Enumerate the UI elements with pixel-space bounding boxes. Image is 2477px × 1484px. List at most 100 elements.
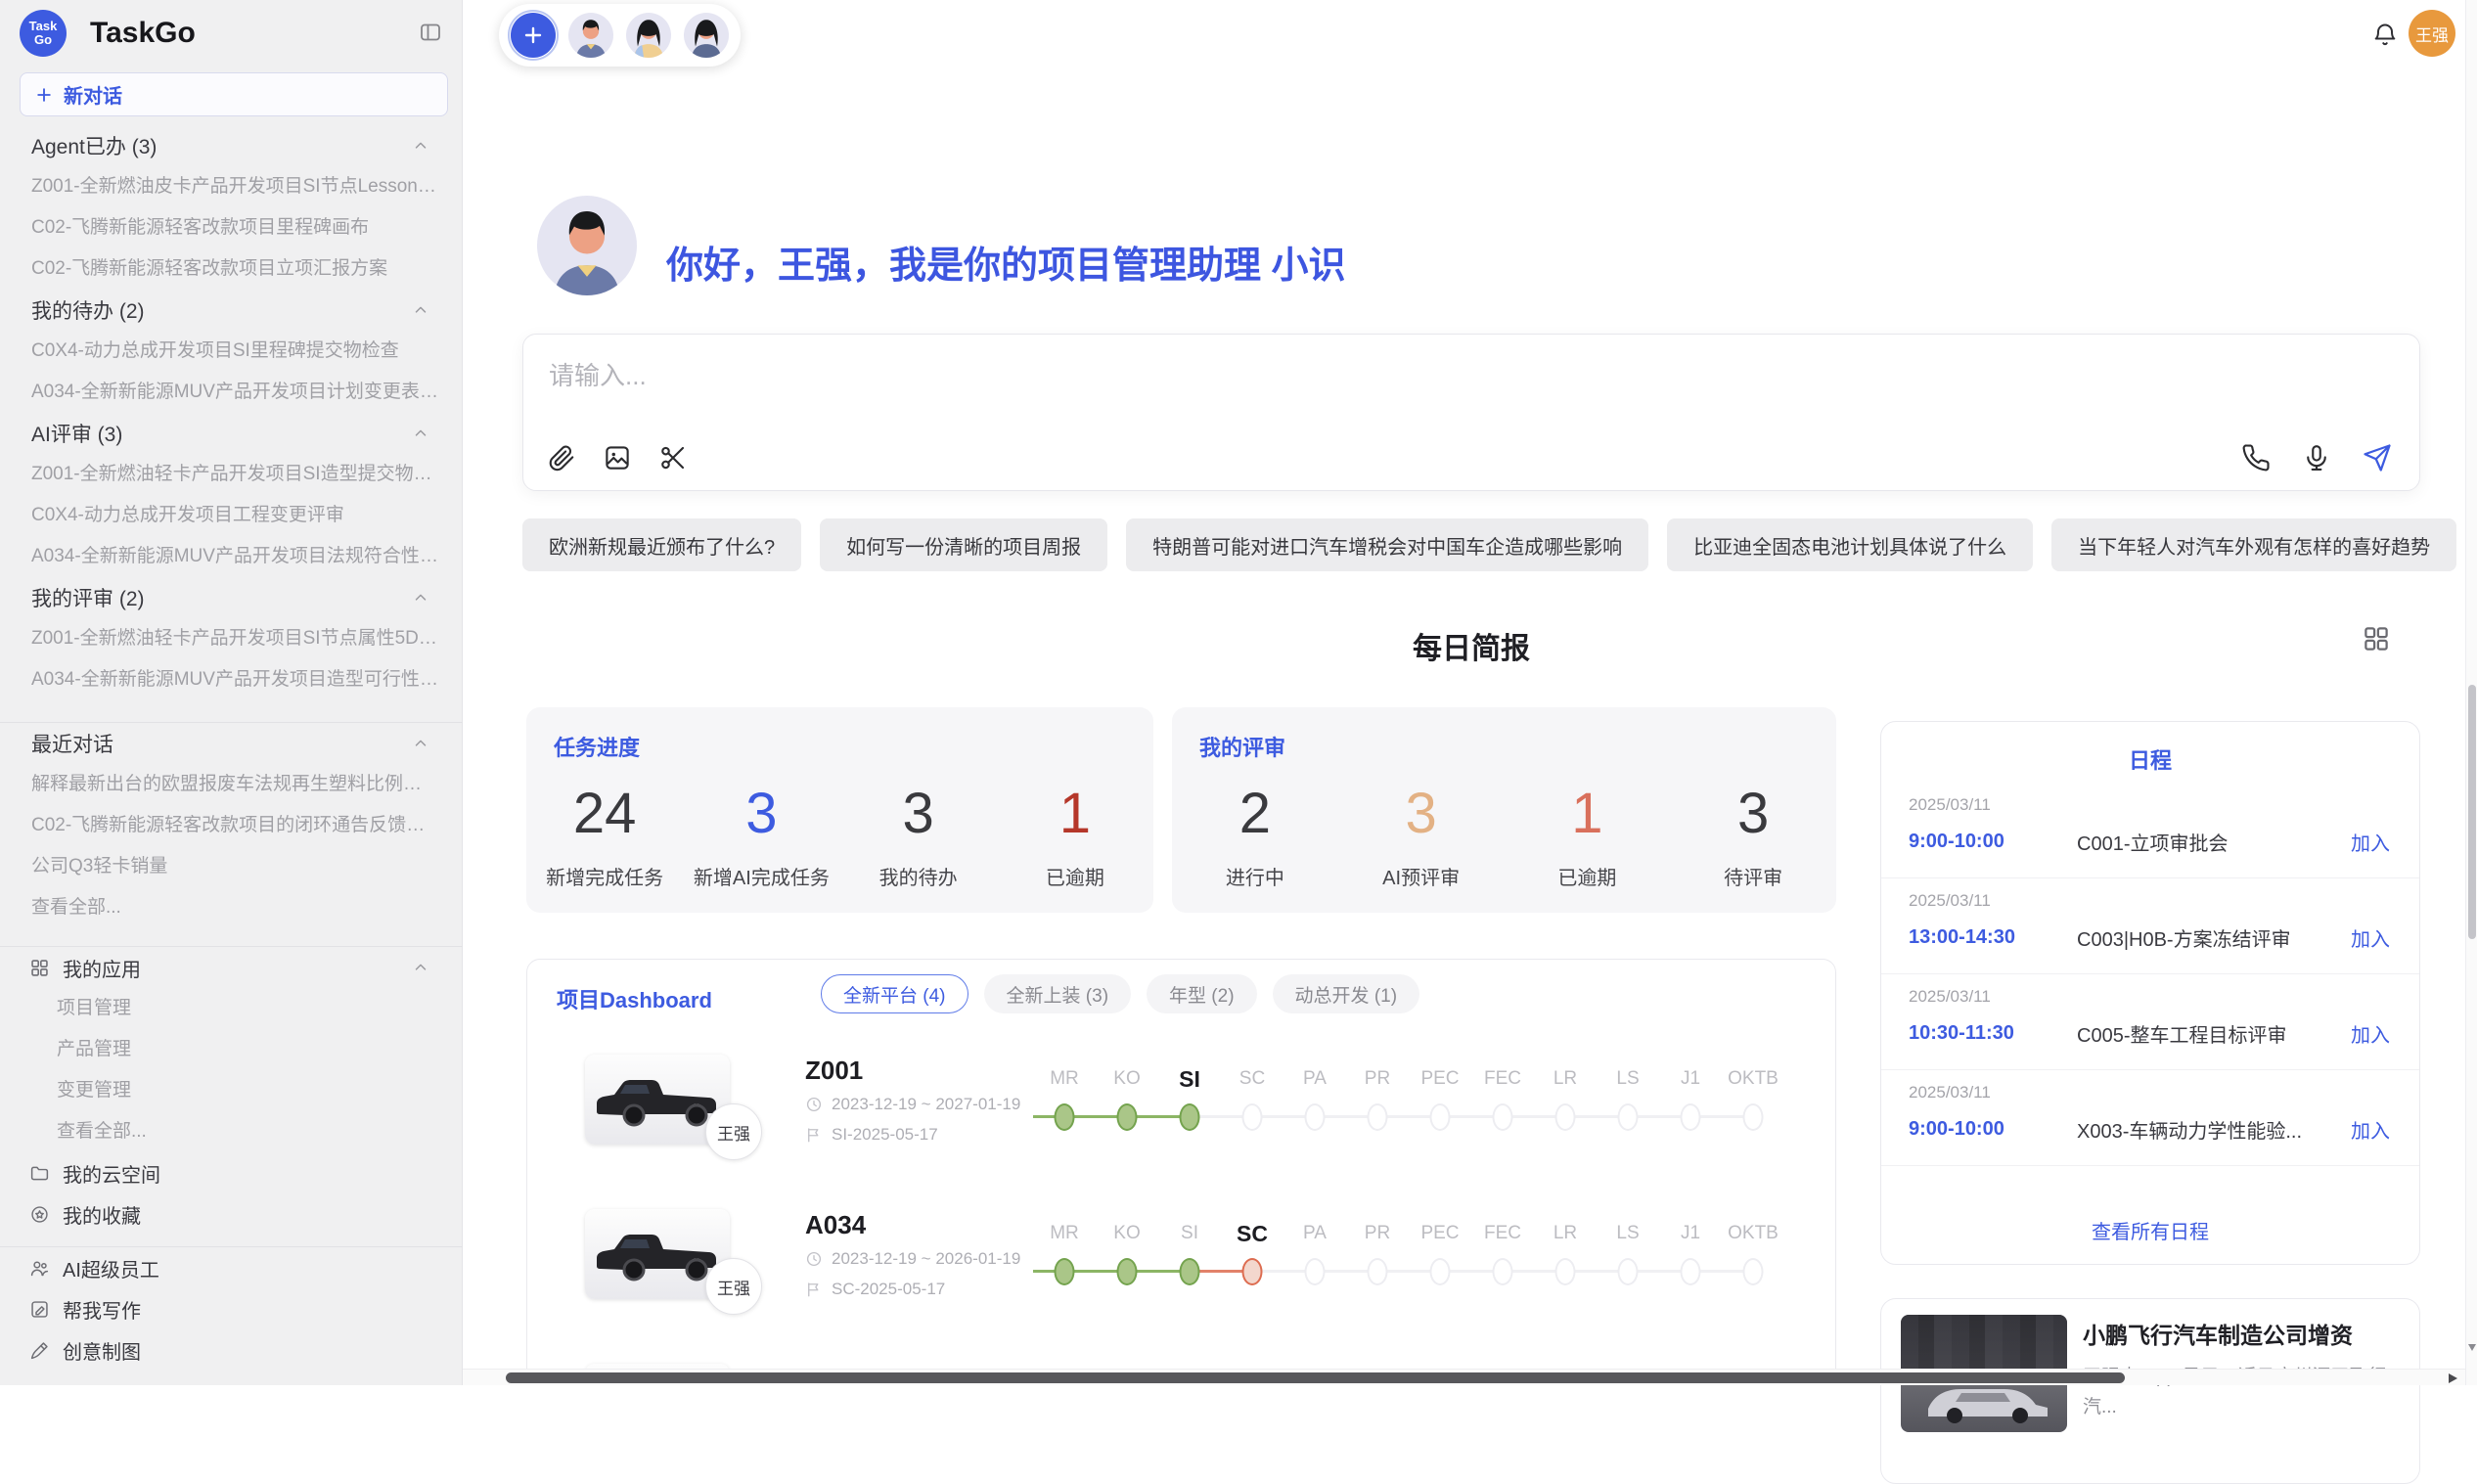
app-sub-item[interactable]: 变更管理 [0,1070,463,1111]
scroll-down-arrow-icon[interactable] [2468,1344,2476,1351]
milestone-dot[interactable] [1117,1258,1138,1285]
milestone-dot[interactable] [1055,1258,1075,1285]
sidebar-tool[interactable]: 创意制图 [0,1329,463,1371]
milestone-dot[interactable] [1743,1258,1764,1285]
microphone-icon[interactable] [2302,443,2331,472]
schedule-item[interactable]: 2025/03/1113:00-14:30C003|H0B-方案冻结评审加入 [1881,878,2419,974]
sidebar-item[interactable]: Z001-全新燃油轻卡产品开发项目SI节点属性5D文件评审 [0,618,463,659]
view-all-schedule-link[interactable]: 查看所有日程 [1881,1216,2419,1244]
sidebar-group-3[interactable]: 我的评审 (2) [0,577,463,618]
horizontal-scrollbar[interactable] [463,1369,2465,1385]
agent-avatar-2[interactable] [626,13,671,58]
recent-chat-item[interactable]: 公司Q3轻卡销量 [0,846,463,887]
filter-tab[interactable]: 年型 (2) [1147,974,1257,1013]
user-avatar[interactable]: 王强 [2409,10,2455,57]
milestone-dot[interactable] [1681,1258,1701,1285]
milestone-dot[interactable] [1055,1103,1075,1131]
sidebar-item[interactable]: A034-全新新能源MUV产品开发项目计划变更表编写 [0,372,463,413]
milestone-dot[interactable] [1555,1103,1576,1131]
chevron-up-icon[interactable] [412,959,429,976]
milestone-dot[interactable] [1305,1103,1326,1131]
vertical-scrollbar-thumb[interactable] [2468,685,2476,939]
chevron-up-icon[interactable] [412,137,429,155]
sidebar-group-2[interactable]: AI评审 (3) [0,413,463,454]
milestone-dot[interactable] [1618,1103,1639,1131]
voice-call-icon[interactable] [2241,443,2271,472]
image-upload-icon[interactable] [603,443,632,472]
suggestion-chip[interactable]: 当下年轻人对汽车外观有怎样的喜好趋势 [2051,518,2456,571]
agent-avatar-1[interactable] [568,13,613,58]
recent-chat-item[interactable]: 查看全部... [0,887,463,928]
suggestion-chip[interactable]: 比亚迪全固态电池计划具体说了什么 [1667,518,2033,571]
join-link[interactable]: 加入 [2351,1019,2390,1048]
filter-tab[interactable]: 全新平台 (4) [821,974,968,1013]
milestone-dot[interactable] [1117,1103,1138,1131]
filter-tab[interactable]: 动总开发 (1) [1273,974,1420,1013]
milestone-dot[interactable] [1743,1103,1764,1131]
new-chat-button[interactable]: 新对话 [20,72,448,116]
collapse-sidebar-icon[interactable] [419,21,442,44]
sidebar-item[interactable]: C02-飞腾新能源轻客改款项目里程碑画布 [0,207,463,248]
news-card[interactable]: 小鹏飞行汽车制造公司增资 天眼查 App 显示，近日广州汇天飞行汽... [1880,1298,2420,1484]
sidebar-item[interactable]: A034-全新新能源MUV产品开发项目造型可行性评审 [0,659,463,700]
milestone-dot[interactable] [1555,1258,1576,1285]
sidebar-recent-chats[interactable]: 最近对话 [0,723,463,764]
milestone-dot[interactable] [1618,1258,1639,1285]
chevron-up-icon[interactable] [412,735,429,752]
sidebar-item[interactable]: A034-全新新能源MUV产品开发项目法规符合性评审 [0,536,463,577]
sidebar-item[interactable]: Z001-全新燃油轻卡产品开发项目SI造型提交物评审 [0,454,463,495]
horizontal-scrollbar-thumb[interactable] [506,1372,2125,1383]
chevron-up-icon[interactable] [412,589,429,607]
schedule-item[interactable]: 2025/03/119:00-10:00X003-车辆动力学性能验...加入 [1881,1070,2419,1166]
suggestion-chip[interactable]: 特朗普可能对进口汽车增税会对中国车企造成哪些影响 [1126,518,1648,571]
milestone-dot[interactable] [1180,1258,1200,1285]
milestone-dot[interactable] [1242,1103,1263,1131]
milestone-dot[interactable] [1430,1103,1451,1131]
notification-bell-icon[interactable] [2371,22,2399,49]
suggestion-chip[interactable]: 欧洲新规最近颁布了什么? [522,518,801,571]
schedule-item[interactable]: 2025/03/119:00-10:00C001-立项审批会加入 [1881,783,2419,878]
vertical-scrollbar[interactable] [2465,0,2477,1385]
app-sub-item[interactable]: 查看全部... [0,1111,463,1152]
suggestion-chip[interactable]: 如何写一份清晰的项目周报 [820,518,1107,571]
sidebar-item-star[interactable]: 我的收藏 [0,1193,463,1235]
milestone-dot[interactable] [1368,1103,1388,1131]
sidebar-tool[interactable]: 帮我写作 [0,1288,463,1329]
sidebar-item[interactable]: C0X4-动力总成开发项目工程变更评审 [0,495,463,536]
milestone-dot[interactable] [1305,1258,1326,1285]
chevron-up-icon[interactable] [412,425,429,442]
layout-grid-icon[interactable] [2362,624,2391,653]
sidebar-group-0[interactable]: Agent已办 (3) [0,125,463,166]
join-link[interactable]: 加入 [2351,1115,2390,1144]
recent-chat-item[interactable]: 解释最新出台的欧盟报废车法规再生塑料比例被调至15%... [0,764,463,805]
scissors-icon[interactable] [658,443,688,472]
recent-chat-item[interactable]: C02-飞腾新能源轻客改款项目的闭环通告反馈情况 [0,805,463,846]
schedule-item[interactable]: 2025/03/1110:30-11:30C005-整车工程目标评审加入 [1881,974,2419,1070]
sidebar-item[interactable]: C0X4-动力总成开发项目SI里程碑提交物检查 [0,331,463,372]
sidebar-my-apps[interactable]: 我的应用 [0,947,463,988]
milestone-dot[interactable] [1242,1258,1263,1285]
scroll-right-arrow-icon[interactable] [2449,1373,2457,1383]
milestone-dot[interactable] [1493,1258,1513,1285]
send-icon[interactable] [2363,443,2392,472]
milestone-dot[interactable] [1368,1258,1388,1285]
app-sub-item[interactable]: 产品管理 [0,1029,463,1070]
chat-input[interactable]: 请输入... [522,334,2420,491]
attachment-icon[interactable] [547,443,576,472]
join-link[interactable]: 加入 [2351,828,2390,856]
sidebar-item[interactable]: C02-飞腾新能源轻客改款项目立项汇报方案 [0,248,463,290]
sidebar-item[interactable]: Z001-全新燃油皮卡产品开发项目SI节点Lesson Learn报告 [0,166,463,207]
filter-tab[interactable]: 全新上装 (3) [984,974,1132,1013]
sidebar-item-folder[interactable]: 我的云空间 [0,1152,463,1193]
add-agent-button[interactable] [511,13,556,58]
sidebar-group-1[interactable]: 我的待办 (2) [0,290,463,331]
milestone-dot[interactable] [1180,1103,1200,1131]
milestone-dot[interactable] [1681,1103,1701,1131]
sidebar-tool[interactable]: AI超级员工 [0,1247,463,1288]
chevron-up-icon[interactable] [412,301,429,319]
app-sub-item[interactable]: 项目管理 [0,988,463,1029]
agent-avatar-3[interactable] [684,13,729,58]
milestone-dot[interactable] [1493,1103,1513,1131]
join-link[interactable]: 加入 [2351,923,2390,952]
milestone-dot[interactable] [1430,1258,1451,1285]
